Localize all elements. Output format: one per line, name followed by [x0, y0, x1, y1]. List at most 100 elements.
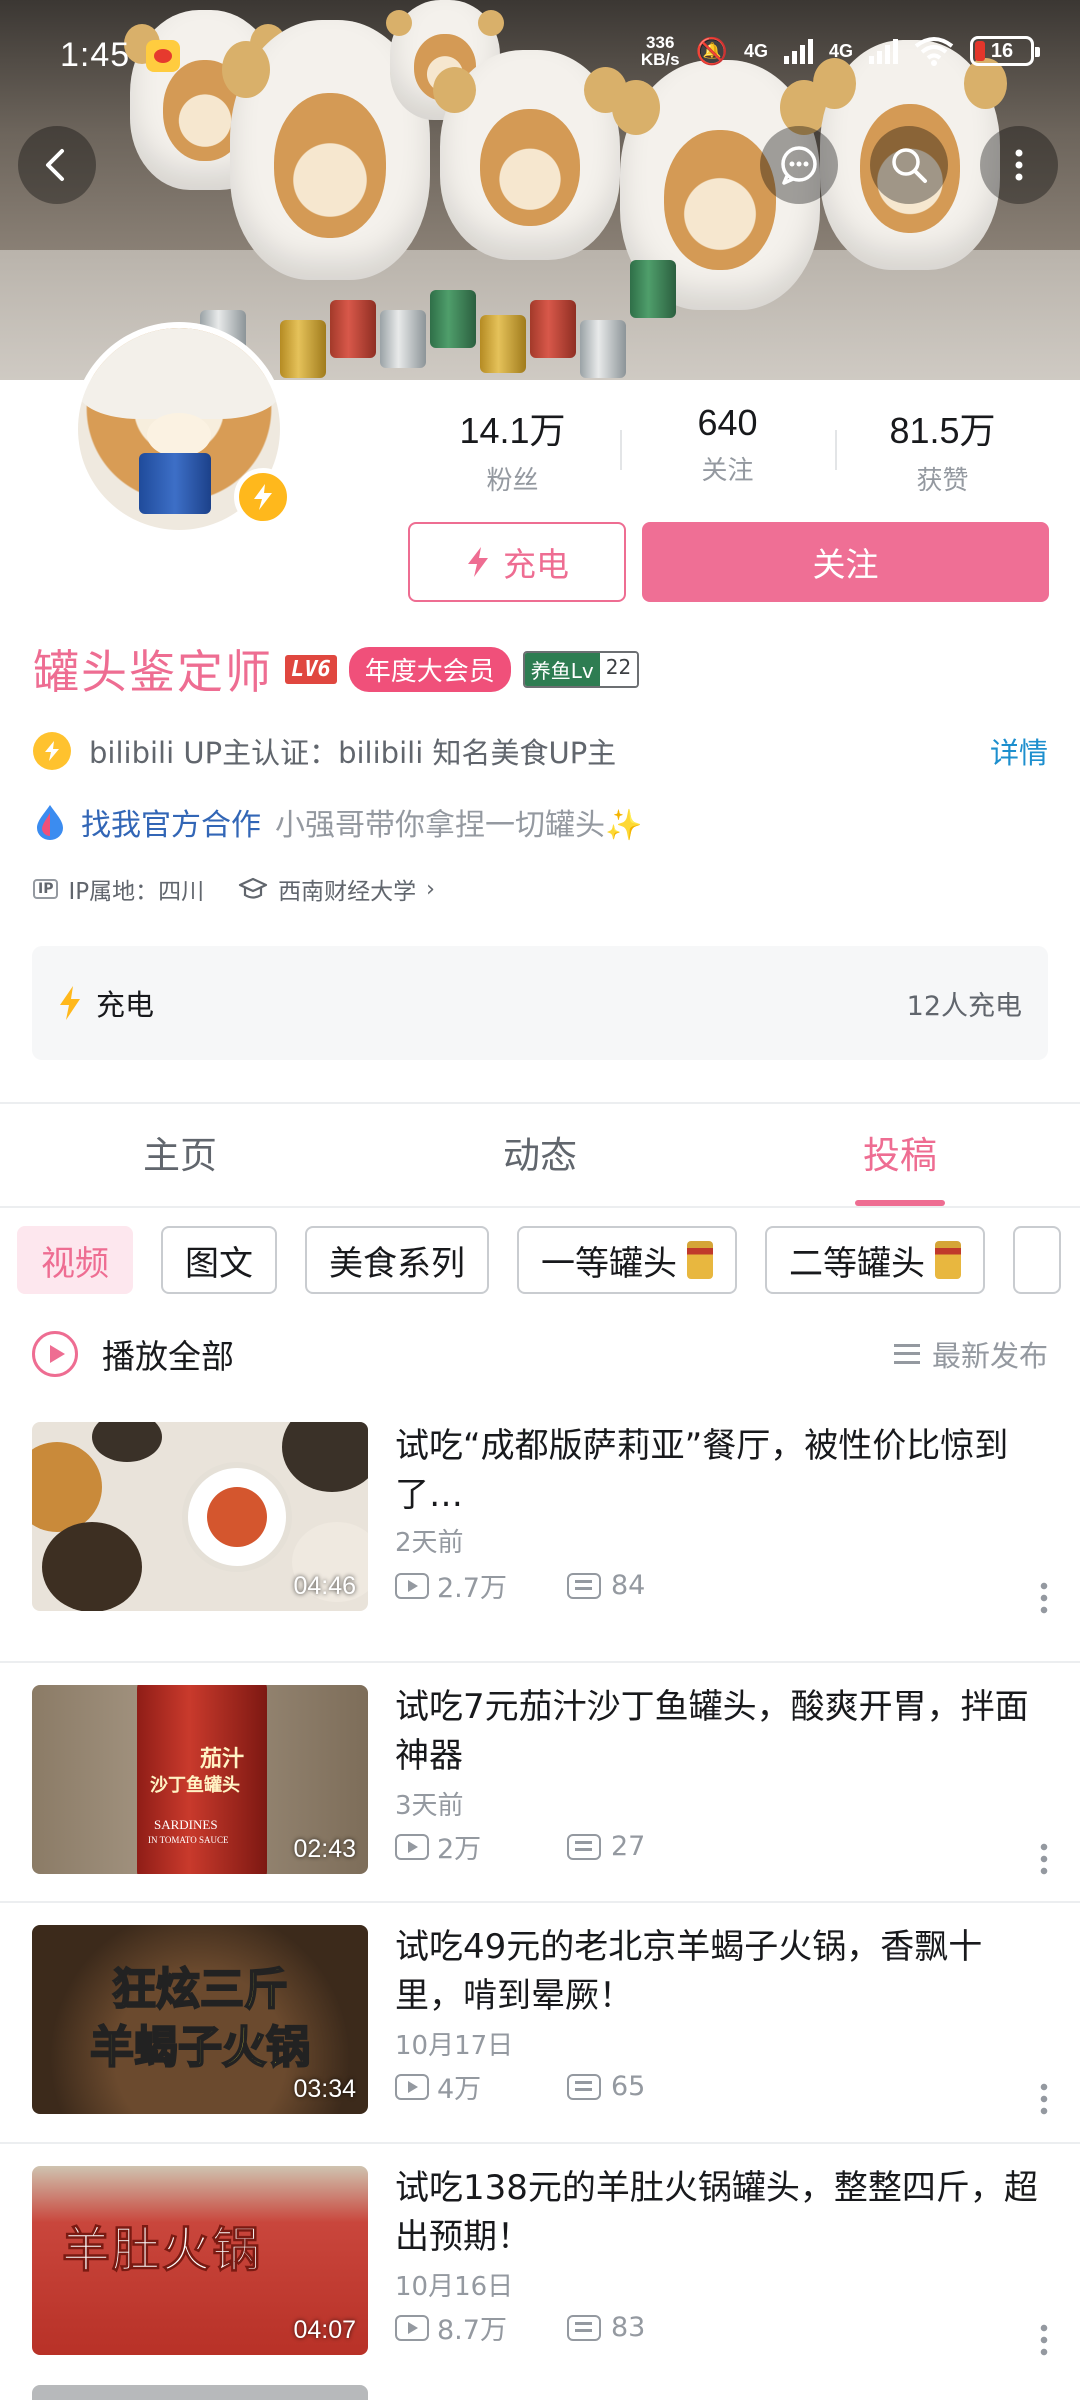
video-more-icon[interactable] [1040, 2322, 1048, 2356]
mute-icon: 🔕 [695, 35, 728, 66]
chat-bubble-icon [781, 146, 817, 185]
name-row: 罐头鉴定师 LV6 年度大会员 养鱼Lv 22 [33, 636, 640, 702]
message-button[interactable] [760, 126, 838, 204]
danmaku-icon [567, 1833, 601, 1860]
vip-badge[interactable]: 年度大会员 [348, 646, 511, 692]
chip-food-series[interactable]: 美食系列 [305, 1226, 489, 1294]
stat-value: 640 [697, 402, 758, 443]
status-bar: 1:45 336 KB/s 🔕 4G 4G 16 [0, 0, 1080, 110]
chip-label: 一等罐头 [541, 1243, 677, 1284]
level-badge: LV6 [285, 654, 337, 684]
category-chips: 视频 图文 美食系列 一等罐头 二等罐头 [17, 1226, 1080, 1296]
video-item[interactable]: 羊肚火锅 04:07 试吃138元的羊肚火锅罐头，整整四斤，超出预期！ 10月1… [0, 2142, 1080, 2383]
play-count-icon [395, 1572, 429, 1599]
chip-more[interactable] [1013, 1226, 1061, 1294]
thumbnail-text: 沙丁鱼罐头 [150, 1775, 240, 1796]
play-count: 8.7万 [437, 2315, 507, 2346]
chip-image-text[interactable]: 图文 [161, 1226, 277, 1294]
chevron-left-icon [46, 149, 64, 181]
tab-home[interactable]: 主页 [0, 1104, 360, 1206]
stat-label: 关注 [701, 456, 754, 486]
video-title[interactable]: 试吃“成都版萨莉亚”餐厅，被性价比惊到了… [395, 1422, 1045, 1520]
video-duration: 04:07 [293, 2316, 356, 2344]
thumbnail-text: SARDINES [154, 1817, 218, 1832]
tab-dynamic[interactable]: 动态 [360, 1104, 720, 1206]
fan-medal-label: 养鱼Lv [524, 652, 600, 686]
sort-button[interactable]: 最新发布 [893, 1333, 1048, 1375]
video-more-icon[interactable] [1040, 2081, 1048, 2115]
chip-label: 视频 [41, 1243, 109, 1284]
video-duration: 04:46 [293, 1572, 356, 1600]
video-thumbnail[interactable]: 茄汁 沙丁鱼罐头 SARDINES IN TOMATO SAUCE 02:43 [32, 1685, 368, 1874]
can [580, 320, 626, 378]
lightning-icon [468, 547, 488, 577]
chip-video[interactable]: 视频 [17, 1226, 133, 1294]
video-more-icon[interactable] [1040, 1580, 1048, 1614]
video-title[interactable]: 试吃49元的老北京羊蝎子火锅，香飘十里，啃到晕厥！ [395, 1923, 1045, 2021]
play-all-button[interactable]: 播放全部 [102, 1330, 894, 1378]
battery-icon: 16 [970, 36, 1040, 66]
chevron-right-icon: › [426, 876, 435, 902]
video-item[interactable]: 狂炫三斤 羊蝎子火锅 03:34 试吃49元的老北京羊蝎子火锅，香飘十里，啃到晕… [0, 1901, 1080, 2142]
can-icon [687, 1241, 713, 1279]
video-date: 2天前 [395, 1528, 464, 1558]
video-date: 3天前 [395, 1791, 464, 1821]
cooperation-row: 找我官方合作 小强哥带你拿捏一切罐头✨ [33, 800, 642, 844]
net-speed-unit: KB/s [640, 50, 680, 69]
stat-value: 14.1万 [459, 410, 566, 451]
signal-icon [783, 38, 813, 64]
thumbnail-caption: 羊蝎子火锅 [89, 2021, 311, 2074]
next-video-partial [0, 2385, 1080, 2400]
lightning-badge-icon [234, 468, 292, 526]
verification-row: bilibili UP主认证：bilibili 知名美食UP主 详情 [33, 730, 1048, 772]
charge-card-count: 12人充电 [906, 990, 1022, 1022]
stat-likes[interactable]: 81.5万 获赞 [835, 402, 1050, 497]
video-thumbnail[interactable]: 04:46 [32, 1422, 368, 1611]
play-count-icon [395, 1833, 429, 1860]
more-button[interactable] [980, 126, 1058, 204]
can [330, 300, 376, 358]
search-button[interactable] [870, 126, 948, 204]
profile-tabs: 主页 动态 投稿 [0, 1104, 1080, 1208]
stat-value: 81.5万 [889, 410, 996, 451]
can [430, 290, 476, 348]
follow-button[interactable]: 关注 [642, 522, 1049, 602]
chip-second-class-cans[interactable]: 二等罐头 [765, 1226, 985, 1294]
thumbnail-caption: 狂炫三斤 [111, 1963, 289, 2016]
video-thumbnail[interactable]: 狂炫三斤 羊蝎子火锅 03:34 [32, 1925, 368, 2114]
back-button[interactable] [18, 126, 96, 204]
charge-button[interactable]: 充电 [408, 522, 626, 602]
can [280, 320, 326, 378]
video-title[interactable]: 试吃138元的羊肚火锅罐头，整整四斤，超出预期！ [395, 2164, 1045, 2262]
play-count-icon [395, 2073, 429, 2100]
video-more-icon[interactable] [1040, 1841, 1048, 1875]
danmaku-icon [567, 2073, 601, 2100]
bio-text: 小强哥带你拿捏一切罐头✨ [275, 808, 643, 843]
chip-first-class-cans[interactable]: 一等罐头 [517, 1226, 737, 1294]
verification-details-link[interactable]: 详情 [990, 730, 1048, 772]
ip-icon: IP [33, 879, 59, 899]
fan-medal-badge[interactable]: 养鱼Lv 22 [522, 650, 640, 688]
meta-row: IP IP属地：四川 西南财经大学 › [33, 872, 435, 906]
play-count: 2万 [437, 1834, 482, 1865]
video-list: 04:46 试吃“成都版萨莉亚”餐厅，被性价比惊到了… 2天前 2.7万 84 … [0, 1420, 1080, 2383]
stat-fans[interactable]: 14.1万 粉丝 [405, 402, 620, 497]
play-circle-icon[interactable] [32, 1331, 78, 1377]
danmaku-icon [567, 1572, 601, 1599]
avatar[interactable] [72, 322, 292, 536]
school-link[interactable]: 西南财经大学 [278, 872, 416, 906]
tab-uploads[interactable]: 投稿 [720, 1104, 1080, 1206]
net-speed: 336 KB/s [641, 34, 680, 68]
video-title[interactable]: 试吃7元茄汁沙丁鱼罐头，酸爽开胃，拌面神器 [395, 1683, 1045, 1781]
fan-medal-level: 22 [599, 652, 638, 686]
stat-following[interactable]: 640 关注 [620, 402, 835, 497]
chip-label: 美食系列 [329, 1243, 465, 1284]
list-icon [893, 1344, 920, 1364]
video-item[interactable]: 茄汁 沙丁鱼罐头 SARDINES IN TOMATO SAUCE 02:43 … [0, 1661, 1080, 1901]
video-item[interactable]: 04:46 试吃“成都版萨莉亚”餐厅，被性价比惊到了… 2天前 2.7万 84 [0, 1420, 1080, 1661]
video-thumbnail[interactable]: 羊肚火锅 04:07 [32, 2166, 368, 2355]
official-cooperation-link[interactable]: 找我官方合作 [81, 800, 261, 844]
status-time: 1:45 [60, 36, 131, 74]
danmaku-icon [567, 2314, 601, 2341]
charge-card[interactable]: 充电 12人充电 [32, 946, 1048, 1060]
